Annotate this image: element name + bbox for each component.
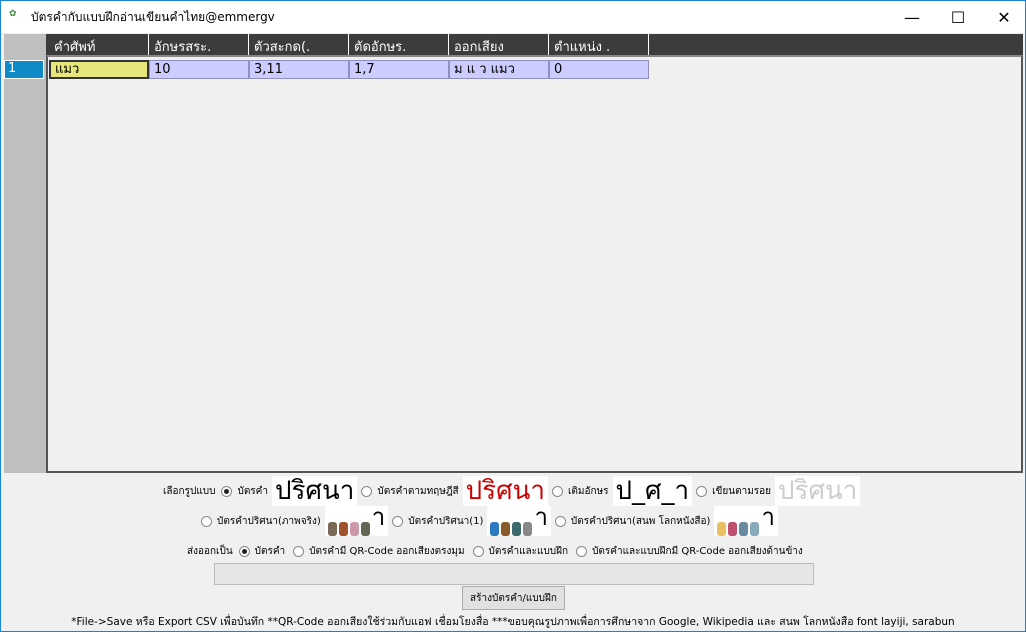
style-color-label[interactable]: บัตรคำตามทฤษฎีสี: [377, 484, 458, 499]
export-card-label[interactable]: บัตรคำ: [255, 544, 286, 559]
radio-style-trace[interactable]: [696, 485, 708, 497]
radio-style-color[interactable]: [361, 485, 373, 497]
close-button[interactable]: ✕: [981, 1, 1026, 33]
column-header-word[interactable]: คำศัพท์: [49, 34, 149, 55]
style-realpic-label[interactable]: บัตรคำปริศนา(ภาพจริง): [217, 514, 321, 529]
cell-split[interactable]: 1,7: [349, 60, 449, 79]
style-fill-label[interactable]: เติมอักษร: [568, 484, 609, 499]
sample-trace: ปริศนา: [775, 476, 861, 506]
row-number[interactable]: 1: [4, 60, 44, 79]
title-bar: ✿ บัตรคำกับแบบฝึกอ่านเขียนคำไทย@emmergv …: [1, 1, 1025, 33]
maximize-button[interactable]: ☐: [935, 1, 981, 33]
create-cards-button[interactable]: สร้างบัตรคำ/แบบฝึก: [462, 586, 565, 610]
cell-pronounce[interactable]: ม แ ว แมว: [449, 60, 549, 79]
column-header-split[interactable]: ตัดอักษร.: [349, 34, 449, 55]
cell-word[interactable]: แมว: [49, 60, 149, 79]
sample-publisher-image: า: [714, 503, 778, 536]
minimize-button[interactable]: —: [889, 1, 935, 33]
cell-letters[interactable]: 10: [149, 60, 249, 79]
sample-card: ปริศนา: [272, 476, 358, 506]
column-header-pronounce[interactable]: ออกเสียง: [449, 34, 549, 55]
export-card-qr-label[interactable]: บัตรคำมี QR-Code ออกเสียงตรงมุม: [309, 544, 464, 559]
cell-position[interactable]: 0: [549, 60, 649, 79]
sample-realpic-image: า: [324, 503, 389, 536]
sample-puzzle1-image: า: [487, 503, 551, 536]
radio-style-realpic[interactable]: [201, 515, 212, 527]
radio-style-fill[interactable]: [552, 485, 563, 497]
pic-suffix: า: [761, 503, 775, 531]
radio-export-card[interactable]: [238, 546, 250, 557]
app-icon: ✿: [9, 9, 17, 19]
style-label: เลือกรูปแบบ: [163, 485, 216, 497]
cell-final[interactable]: 3,11: [249, 60, 349, 79]
export-options: ส่งออกเป็น บัตรคำ บัตรคำมี QR-Code ออกเส…: [187, 544, 803, 559]
style-options-row1: เลือกรูปแบบ บัตรคำ ปริศนา บัตรคำตามทฤษฎี…: [163, 476, 861, 506]
export-card-exercise-label[interactable]: บัตรคำและแบบฝึก: [489, 544, 569, 559]
column-header-final[interactable]: ตัวสะกด(.: [249, 34, 349, 55]
radio-style-card[interactable]: [221, 485, 233, 497]
pic-suffix: า: [371, 503, 386, 531]
style-options-row2: บัตรคำปริศนา(ภาพจริง) า บัตรคำปริศนา(1) …: [201, 503, 778, 536]
sample-fill: ป_ศ_า: [612, 476, 693, 506]
window-title: บัตรคำกับแบบฝึกอ่านเขียนคำไทย@emmergv: [31, 9, 275, 24]
style-publisher-label[interactable]: บัตรคำปริศนา(สนพ โลกหนังสือ): [571, 514, 711, 529]
data-grid[interactable]: [46, 55, 1023, 473]
grid-header: คำศัพท์ อักษรสระ. ตัวสะกด(. ตัดอักษร. ออ…: [46, 34, 1023, 55]
radio-style-puzzle1[interactable]: [392, 515, 404, 527]
progress-bar: [214, 563, 814, 585]
pic-suffix: า: [534, 503, 548, 531]
style-puzzle1-label[interactable]: บัตรคำปริศนา(1): [408, 514, 483, 529]
column-header-position[interactable]: ตำแหน่ง .: [549, 34, 649, 55]
export-card-exercise-qr-label[interactable]: บัตรคำและแบบฝึกมี QR-Code ออกเสียงด้านข้…: [592, 544, 803, 559]
column-header-letters[interactable]: อักษรสระ.: [149, 34, 249, 55]
row-header-column: [4, 34, 46, 473]
radio-style-publisher[interactable]: [554, 515, 566, 527]
radio-export-card-qr[interactable]: [293, 546, 305, 557]
radio-export-card-exercise-qr[interactable]: [576, 546, 588, 557]
radio-export-card-exercise[interactable]: [472, 546, 484, 557]
footer-note: *File->Save หรือ Export CSV เพื่อบันทึก …: [71, 616, 955, 628]
export-label: ส่งออกเป็น: [187, 546, 233, 557]
style-card-label[interactable]: บัตรคำ: [237, 484, 268, 499]
